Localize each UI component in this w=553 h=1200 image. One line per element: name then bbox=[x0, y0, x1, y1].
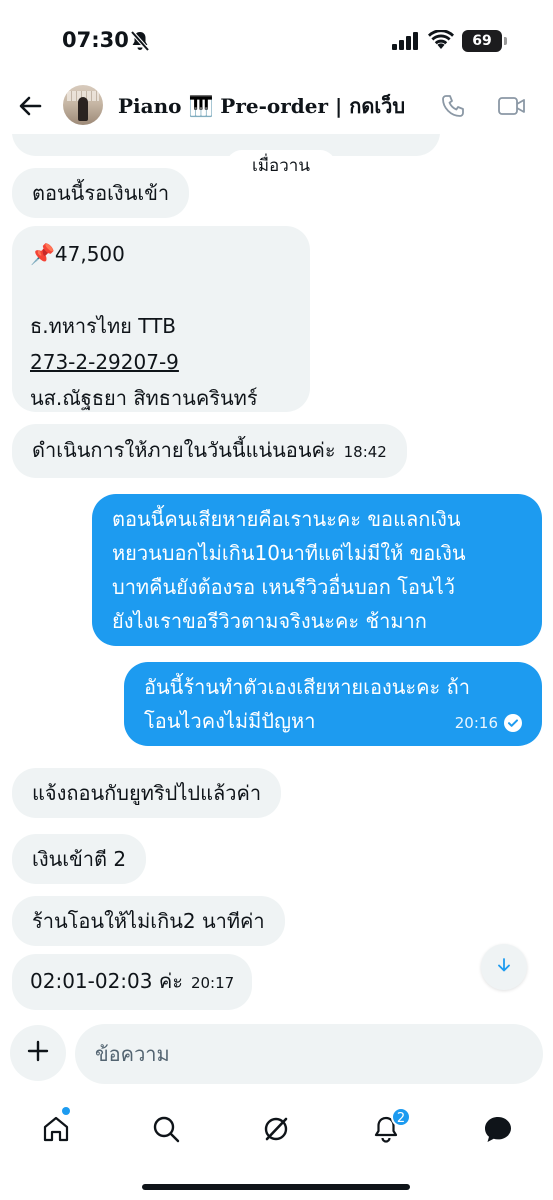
message-time: 20:16 bbox=[454, 714, 498, 732]
chat-header: Piano 🎹 Pre-order | กดเว็บ bbox=[0, 80, 553, 134]
search-icon[interactable] bbox=[146, 1109, 186, 1149]
arrow-down-icon bbox=[495, 956, 513, 978]
home-unread-dot bbox=[62, 1107, 70, 1115]
home-icon[interactable] bbox=[36, 1109, 76, 1149]
message-text: เงินเข้าตี 2 bbox=[32, 847, 127, 871]
message-text: ตอนนี้รอเงินเข้า bbox=[32, 181, 170, 205]
battery-indicator: 69 bbox=[462, 30, 502, 52]
message-bubble[interactable]: 02:01-02:03 ค่ะ 20:17 bbox=[12, 954, 253, 1010]
account-number-link[interactable]: 273-2-29207-9 bbox=[30, 344, 292, 380]
message-time: 20:17 bbox=[190, 974, 235, 992]
grok-icon[interactable] bbox=[256, 1109, 296, 1149]
phone-icon[interactable] bbox=[440, 93, 466, 123]
conversation[interactable]: เมื่อวาน ตอนนี้รอเงินเข้า 📌47,500 ธ.ทหาร… bbox=[0, 84, 553, 1014]
message-line: ยังไงเราขอรีวิวตามจริงนะคะ ช้ามาก bbox=[112, 609, 427, 633]
bell-muted-icon bbox=[130, 30, 150, 56]
home-indicator bbox=[142, 1184, 410, 1190]
message-bubble[interactable]: 📌47,500 ธ.ทหารไทย TTB 273-2-29207-9 นส.ณ… bbox=[12, 226, 310, 412]
back-arrow-icon[interactable] bbox=[16, 92, 44, 124]
messages-icon[interactable] bbox=[478, 1109, 518, 1149]
message-bank: ธ.ทหารไทย TTB bbox=[30, 314, 177, 338]
status-time: 07:30 bbox=[62, 28, 129, 52]
message-input[interactable] bbox=[75, 1024, 543, 1084]
message-amount: 📌47,500 bbox=[30, 242, 125, 266]
conversation-title[interactable]: Piano 🎹 Pre-order | กดเว็บ bbox=[118, 90, 405, 122]
notifications-badge: 2 bbox=[391, 1107, 411, 1127]
message-bubble-sent[interactable]: ตอนนี้คนเสียหายคือเรานะคะ ขอแลกเงิน หยวน… bbox=[92, 494, 542, 646]
message-bubble[interactable]: เงินเข้าตี 2 bbox=[12, 834, 147, 884]
message-line: หยวนบอกไม่เกิน10นาทีแต่ไม่มีให้ ขอเงิน bbox=[112, 541, 466, 565]
message-bubble[interactable]: ร้านโอนให้ไม่เกิน2 นาทีค่า bbox=[12, 896, 285, 946]
video-call-icon[interactable] bbox=[497, 93, 527, 123]
avatar[interactable] bbox=[63, 85, 103, 125]
message-bubble[interactable]: แจ้งถอนกับยูทริปไปแล้วค่า bbox=[12, 768, 282, 818]
message-text: ร้านโอนให้ไม่เกิน2 นาทีค่า bbox=[32, 909, 265, 933]
scroll-to-bottom-button[interactable] bbox=[481, 944, 527, 990]
message-bubble-sent[interactable]: อันนี้ร้านทำตัวเองเสียหายเองนะคะ ถ้า โอน… bbox=[124, 662, 542, 746]
message-text: แจ้งถอนกับยูทริปไปแล้วค่า bbox=[32, 781, 262, 805]
wifi-icon bbox=[428, 29, 454, 54]
message-account-name: นส.ณัฐธยา สิทธานครินทร์ bbox=[30, 386, 258, 410]
message-line: ตอนนี้คนเสียหายคือเรานะคะ ขอแลกเงิน bbox=[112, 507, 461, 531]
message-line: โอนไวคงไม่มีปัญหา bbox=[144, 709, 316, 733]
day-separator: เมื่อวาน bbox=[226, 150, 336, 182]
message-text: 02:01-02:03 ค่ะ bbox=[30, 969, 183, 993]
message-composer bbox=[0, 1018, 553, 1090]
plus-icon bbox=[26, 1039, 50, 1067]
message-bubble[interactable]: ตอนนี้รอเงินเข้า bbox=[12, 168, 190, 218]
message-bubble[interactable]: ดำเนินการให้ภายในวันนี้แน่นอนค่ะ 18:42 bbox=[12, 424, 407, 478]
battery-cap bbox=[504, 37, 507, 45]
read-check-icon bbox=[504, 714, 522, 732]
status-bar: 07:30 69 bbox=[0, 0, 553, 84]
message-line: อันนี้ร้านทำตัวเองเสียหายเองนะคะ ถ้า bbox=[144, 675, 470, 699]
message-line: บาทคืนยังต้องรอ เหนรีวิวอื่นบอก โอนไว้ bbox=[112, 575, 455, 599]
message-text: ดำเนินการให้ภายในวันนี้แน่นอนค่ะ bbox=[32, 438, 336, 462]
message-time: 18:42 bbox=[343, 443, 387, 461]
cellular-signal-icon bbox=[392, 32, 420, 54]
add-media-button[interactable] bbox=[10, 1025, 66, 1081]
